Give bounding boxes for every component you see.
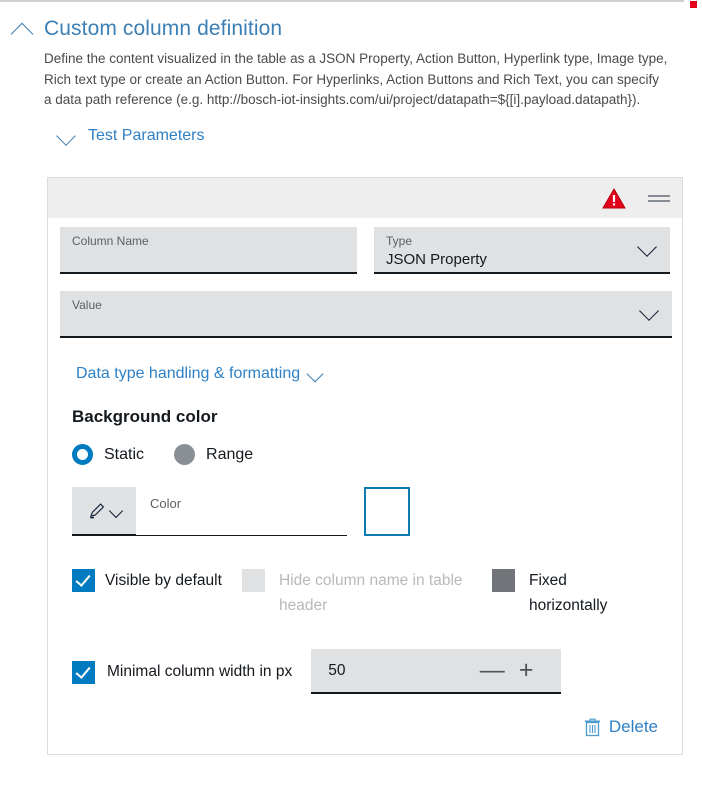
delete-label: Delete xyxy=(609,717,658,737)
radio-static-indicator xyxy=(72,444,93,465)
value-dropdown-icon[interactable] xyxy=(642,304,656,318)
value-select[interactable]: Value xyxy=(60,291,672,338)
data-type-handling-label: Data type handling & formatting xyxy=(76,365,300,383)
drag-handle-icon[interactable] xyxy=(648,186,670,211)
minimal-width-value[interactable]: 50 xyxy=(328,662,475,680)
increment-button[interactable]: + xyxy=(509,658,543,683)
type-dropdown-icon[interactable] xyxy=(640,240,654,254)
radio-range-indicator xyxy=(174,444,195,465)
radio-range[interactable]: Range xyxy=(174,444,253,465)
top-right-marker xyxy=(690,1,697,8)
decrement-button[interactable]: — xyxy=(475,658,509,683)
minimal-width-label: Minimal column width in px xyxy=(107,663,292,681)
test-parameters-label[interactable]: Test Parameters xyxy=(88,127,204,145)
column-name-input[interactable]: Column Name xyxy=(60,227,357,274)
checkbox-visible-label: Visible by default xyxy=(105,568,222,593)
color-row: Color xyxy=(72,487,670,536)
data-type-handling-link[interactable]: Data type handling & formatting xyxy=(76,365,321,383)
checkbox-hide-label: Hide column name in table header xyxy=(279,568,492,618)
delete-row: Delete xyxy=(60,694,670,754)
background-color-heading: Background color xyxy=(72,407,670,427)
section-header: Custom column definition Define the cont… xyxy=(0,16,702,145)
color-mode-button[interactable] xyxy=(72,487,136,536)
chevron-down-icon xyxy=(108,503,122,517)
test-parameters-toggle[interactable] xyxy=(44,129,88,143)
checkbox-fixed-label: Fixed horizontally xyxy=(529,568,642,618)
section-description: Define the content visualized in the tab… xyxy=(44,49,669,111)
checkbox-minimal-width[interactable] xyxy=(72,660,95,684)
top-divider xyxy=(0,0,684,2)
checkbox-minimal-width-indicator xyxy=(72,661,95,684)
type-select[interactable]: Type JSON Property xyxy=(374,227,670,274)
background-color-mode-group: Static Range xyxy=(72,444,670,465)
card-body: Column Name Type JSON Property Value Dat… xyxy=(48,218,682,754)
type-label: Type xyxy=(386,233,658,249)
custom-column-definition-section: Custom column definition Define the cont… xyxy=(0,16,702,145)
chevron-down-icon xyxy=(56,126,76,146)
page-title: Custom column definition xyxy=(44,16,702,42)
checkbox-fixed-indicator xyxy=(492,569,515,592)
column-definition-card: Column Name Type JSON Property Value Dat… xyxy=(47,177,683,755)
checkbox-visible-by-default[interactable]: Visible by default xyxy=(72,568,242,618)
checkbox-hide-column-name: Hide column name in table header xyxy=(242,568,492,618)
chevron-down-icon xyxy=(639,301,659,321)
radio-static[interactable]: Static xyxy=(72,444,144,465)
color-label: Color xyxy=(150,496,347,511)
test-parameters-row[interactable]: Test Parameters xyxy=(44,127,702,145)
field-row-name-type: Column Name Type JSON Property xyxy=(60,227,670,274)
checkbox-row: Visible by default Hide column name in t… xyxy=(72,568,670,618)
card-header xyxy=(48,178,682,218)
checkbox-hide-indicator xyxy=(242,569,265,592)
warning-triangle-icon[interactable] xyxy=(602,188,626,209)
collapse-section-button[interactable] xyxy=(0,16,44,42)
radio-range-label: Range xyxy=(206,446,253,464)
color-swatch[interactable] xyxy=(364,487,410,536)
chevron-down-icon xyxy=(307,366,324,383)
delete-button[interactable]: Delete xyxy=(584,717,658,737)
chevron-down-icon xyxy=(637,237,657,257)
column-name-label: Column Name xyxy=(72,233,345,249)
minimal-width-row: Minimal column width in px 50 — + xyxy=(72,649,670,694)
checkbox-fixed-horizontally[interactable]: Fixed horizontally xyxy=(492,568,642,618)
radio-static-label: Static xyxy=(104,446,144,464)
value-label: Value xyxy=(72,297,660,313)
type-value: JSON Property xyxy=(386,250,658,270)
checkbox-visible-indicator xyxy=(72,569,95,592)
minimal-width-stepper[interactable]: 50 — + xyxy=(311,649,561,694)
pencil-icon xyxy=(88,501,107,520)
chevron-up-icon xyxy=(11,23,34,46)
color-input[interactable]: Color xyxy=(136,487,347,536)
trash-icon xyxy=(584,718,601,737)
